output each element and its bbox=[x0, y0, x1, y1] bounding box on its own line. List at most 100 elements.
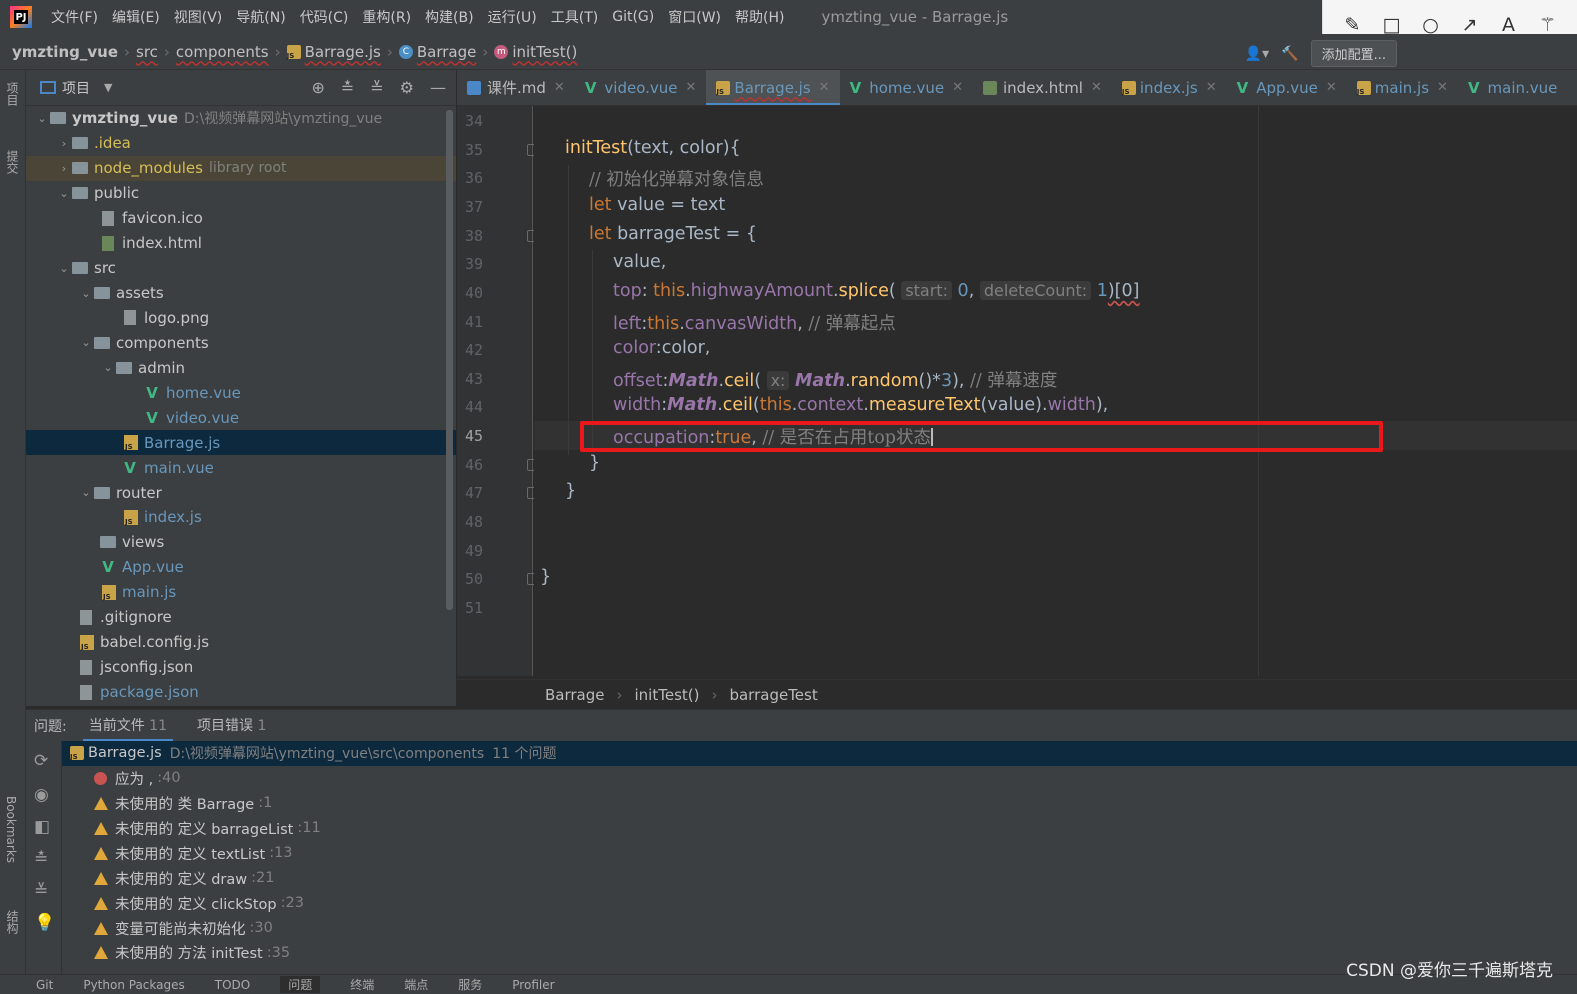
tree-item-assets[interactable]: ⌄ assets bbox=[26, 281, 456, 306]
chevron-right-icon[interactable]: › bbox=[56, 162, 72, 175]
menu-run[interactable]: 运行(U) bbox=[481, 7, 544, 27]
bookmarks-tool-button[interactable]: Bookmarks bbox=[4, 796, 18, 863]
tree-item-views[interactable]: views bbox=[26, 530, 456, 555]
tab-current-file[interactable]: 当前文件 11 bbox=[82, 710, 174, 742]
breadcrumb-project[interactable]: ymzting_vue bbox=[12, 43, 118, 61]
tool-terminal[interactable]: 终端 bbox=[350, 976, 374, 993]
locate-icon[interactable]: ⊕ bbox=[311, 78, 324, 97]
pencil-icon[interactable]: ✎ bbox=[1341, 14, 1365, 36]
tab-kejian-md[interactable]: 课件.md ✕ bbox=[457, 70, 575, 105]
project-tool-button[interactable]: 项目 bbox=[4, 82, 21, 106]
expand-icon[interactable]: ≛ bbox=[34, 849, 48, 869]
tree-item-public[interactable]: ⌄ public bbox=[26, 181, 456, 206]
tree-item-router-index-js[interactable]: index.js bbox=[26, 505, 456, 530]
chevron-down-icon[interactable]: ⌄ bbox=[78, 486, 94, 499]
tool-todo[interactable]: TODO bbox=[215, 978, 250, 992]
tree-item-index-html[interactable]: index.html bbox=[26, 231, 456, 256]
gear-icon[interactable]: ⚙ bbox=[400, 78, 414, 97]
tool-git[interactable]: Git bbox=[36, 978, 53, 992]
chevron-down-icon[interactable]: ⌄ bbox=[56, 187, 72, 200]
tree-item-main-js[interactable]: main.js bbox=[26, 580, 456, 605]
close-icon[interactable]: ✕ bbox=[952, 80, 963, 95]
tool-services[interactable]: 服务 bbox=[458, 976, 482, 993]
problem-row[interactable]: 未使用的 定义 clickStop:23 bbox=[62, 891, 1577, 916]
menu-view[interactable]: 视图(V) bbox=[167, 7, 230, 27]
close-icon[interactable]: ✕ bbox=[1437, 80, 1448, 95]
commit-tool-button[interactable]: 提交 bbox=[4, 150, 21, 174]
breadcrumb-class[interactable]: Barrage bbox=[417, 43, 477, 61]
menu-git[interactable]: Git(G) bbox=[605, 9, 661, 25]
tab-main-vue[interactable]: Vmain.vue bbox=[1458, 70, 1567, 105]
problem-row[interactable]: 应为 ,:40 bbox=[62, 766, 1577, 791]
menu-code[interactable]: 代码(C) bbox=[293, 7, 356, 27]
problem-row[interactable]: 未使用的 定义 draw:21 bbox=[62, 866, 1577, 891]
magic-wand-icon[interactable]: ⚚ bbox=[1536, 14, 1560, 36]
tab-video-vue[interactable]: Vvideo.vue ✕ bbox=[575, 70, 707, 105]
breadcrumb-components[interactable]: components bbox=[176, 43, 269, 61]
menu-navigate[interactable]: 导航(N) bbox=[229, 7, 292, 27]
problem-row[interactable]: 未使用的 定义 barrageList:11 bbox=[62, 816, 1577, 841]
tree-item-logo[interactable]: logo.png bbox=[26, 306, 456, 331]
menu-build[interactable]: 构建(B) bbox=[418, 7, 481, 27]
collapse-icon[interactable]: ≚ bbox=[34, 881, 48, 901]
tree-item-src[interactable]: ⌄ src bbox=[26, 256, 456, 281]
menu-edit[interactable]: 编辑(E) bbox=[105, 7, 167, 27]
tab-home-vue[interactable]: Vhome.vue ✕ bbox=[840, 70, 973, 105]
tree-item-node-modules[interactable]: › node_modules library root bbox=[26, 155, 456, 181]
editor-crumb-method[interactable]: initTest() bbox=[635, 686, 700, 704]
add-configuration-button[interactable]: 添加配置... bbox=[1310, 40, 1397, 67]
editor-crumb-class[interactable]: Barrage bbox=[545, 686, 605, 704]
tree-item-home-vue[interactable]: Vhome.vue bbox=[26, 380, 456, 405]
problem-row[interactable]: 未使用的 定义 textList:13 bbox=[62, 841, 1577, 866]
chevron-down-icon[interactable]: ⌄ bbox=[34, 112, 50, 125]
chevron-down-icon[interactable]: ⌄ bbox=[100, 361, 116, 374]
tab-index-html[interactable]: index.html ✕ bbox=[973, 70, 1112, 105]
menu-tools[interactable]: 工具(T) bbox=[544, 7, 605, 27]
text-icon[interactable]: A bbox=[1497, 14, 1521, 36]
menu-file[interactable]: 文件(F) bbox=[44, 7, 105, 27]
close-icon[interactable]: ✕ bbox=[1091, 80, 1102, 95]
close-icon[interactable]: ✕ bbox=[1326, 80, 1337, 95]
tree-item-admin[interactable]: ⌄ admin bbox=[26, 355, 456, 380]
problem-row[interactable]: 变量可能尚未初始化:30 bbox=[62, 916, 1577, 941]
editor-crumb-variable[interactable]: barrageTest bbox=[729, 686, 817, 704]
tab-index-js[interactable]: index.js ✕ bbox=[1112, 70, 1227, 105]
tab-main-js[interactable]: main.js ✕ bbox=[1347, 70, 1458, 105]
tab-barrage-js[interactable]: Barrage.js ✕ bbox=[706, 70, 840, 105]
chevron-down-icon[interactable]: ⌄ bbox=[56, 262, 72, 275]
tree-item-video-vue[interactable]: Vvideo.vue bbox=[26, 405, 456, 430]
tree-item-app-vue[interactable]: V App.vue bbox=[26, 555, 456, 580]
tree-item-jsconfig[interactable]: jsconfig.json bbox=[26, 655, 456, 680]
tool-python-packages[interactable]: Python Packages bbox=[83, 978, 184, 992]
menu-help[interactable]: 帮助(H) bbox=[728, 7, 791, 27]
tool-profiler[interactable]: Profiler bbox=[512, 978, 554, 992]
circle-icon[interactable]: ○ bbox=[1419, 14, 1443, 36]
tree-item-main-vue[interactable]: Vmain.vue bbox=[26, 455, 456, 480]
close-icon[interactable]: ✕ bbox=[554, 80, 565, 95]
chevron-down-icon[interactable]: ⌄ bbox=[78, 287, 94, 300]
tree-item-components[interactable]: ⌄ components bbox=[26, 330, 456, 355]
breadcrumb-src[interactable]: src bbox=[136, 43, 158, 61]
tree-item-idea[interactable]: › .idea bbox=[26, 131, 456, 156]
refresh-icon[interactable]: ⟳ bbox=[34, 751, 48, 771]
close-icon[interactable]: ✕ bbox=[1206, 80, 1217, 95]
close-icon[interactable]: ✕ bbox=[819, 80, 830, 95]
lightbulb-icon[interactable]: 💡 bbox=[34, 913, 55, 933]
close-icon[interactable]: ✕ bbox=[686, 80, 697, 95]
tool-endpoints[interactable]: 端点 bbox=[404, 976, 428, 993]
tree-item-babel-config[interactable]: babel.config.js bbox=[26, 630, 456, 655]
collapse-all-icon[interactable]: ≚ bbox=[370, 78, 383, 97]
eye-icon[interactable]: ◉ bbox=[34, 785, 49, 805]
tree-item-favicon[interactable]: favicon.ico bbox=[26, 206, 456, 231]
rectangle-icon[interactable]: □ bbox=[1380, 14, 1404, 36]
expand-all-icon[interactable]: ≛ bbox=[341, 78, 354, 97]
build-hammer-icon[interactable]: 🔨 bbox=[1281, 46, 1298, 62]
breadcrumb-file[interactable]: Barrage.js bbox=[305, 43, 381, 61]
tree-item-root[interactable]: ⌄ ymzting_vue D:\视频弹幕网站\ymzting_vue bbox=[26, 106, 456, 131]
chevron-right-icon[interactable]: › bbox=[56, 137, 72, 150]
breadcrumb-method[interactable]: initTest() bbox=[512, 43, 577, 61]
minimize-icon[interactable]: — bbox=[430, 78, 446, 97]
menu-window[interactable]: 窗口(W) bbox=[661, 7, 728, 27]
preview-icon[interactable]: ◧ bbox=[34, 817, 50, 837]
menu-refactor[interactable]: 重构(R) bbox=[355, 7, 418, 27]
